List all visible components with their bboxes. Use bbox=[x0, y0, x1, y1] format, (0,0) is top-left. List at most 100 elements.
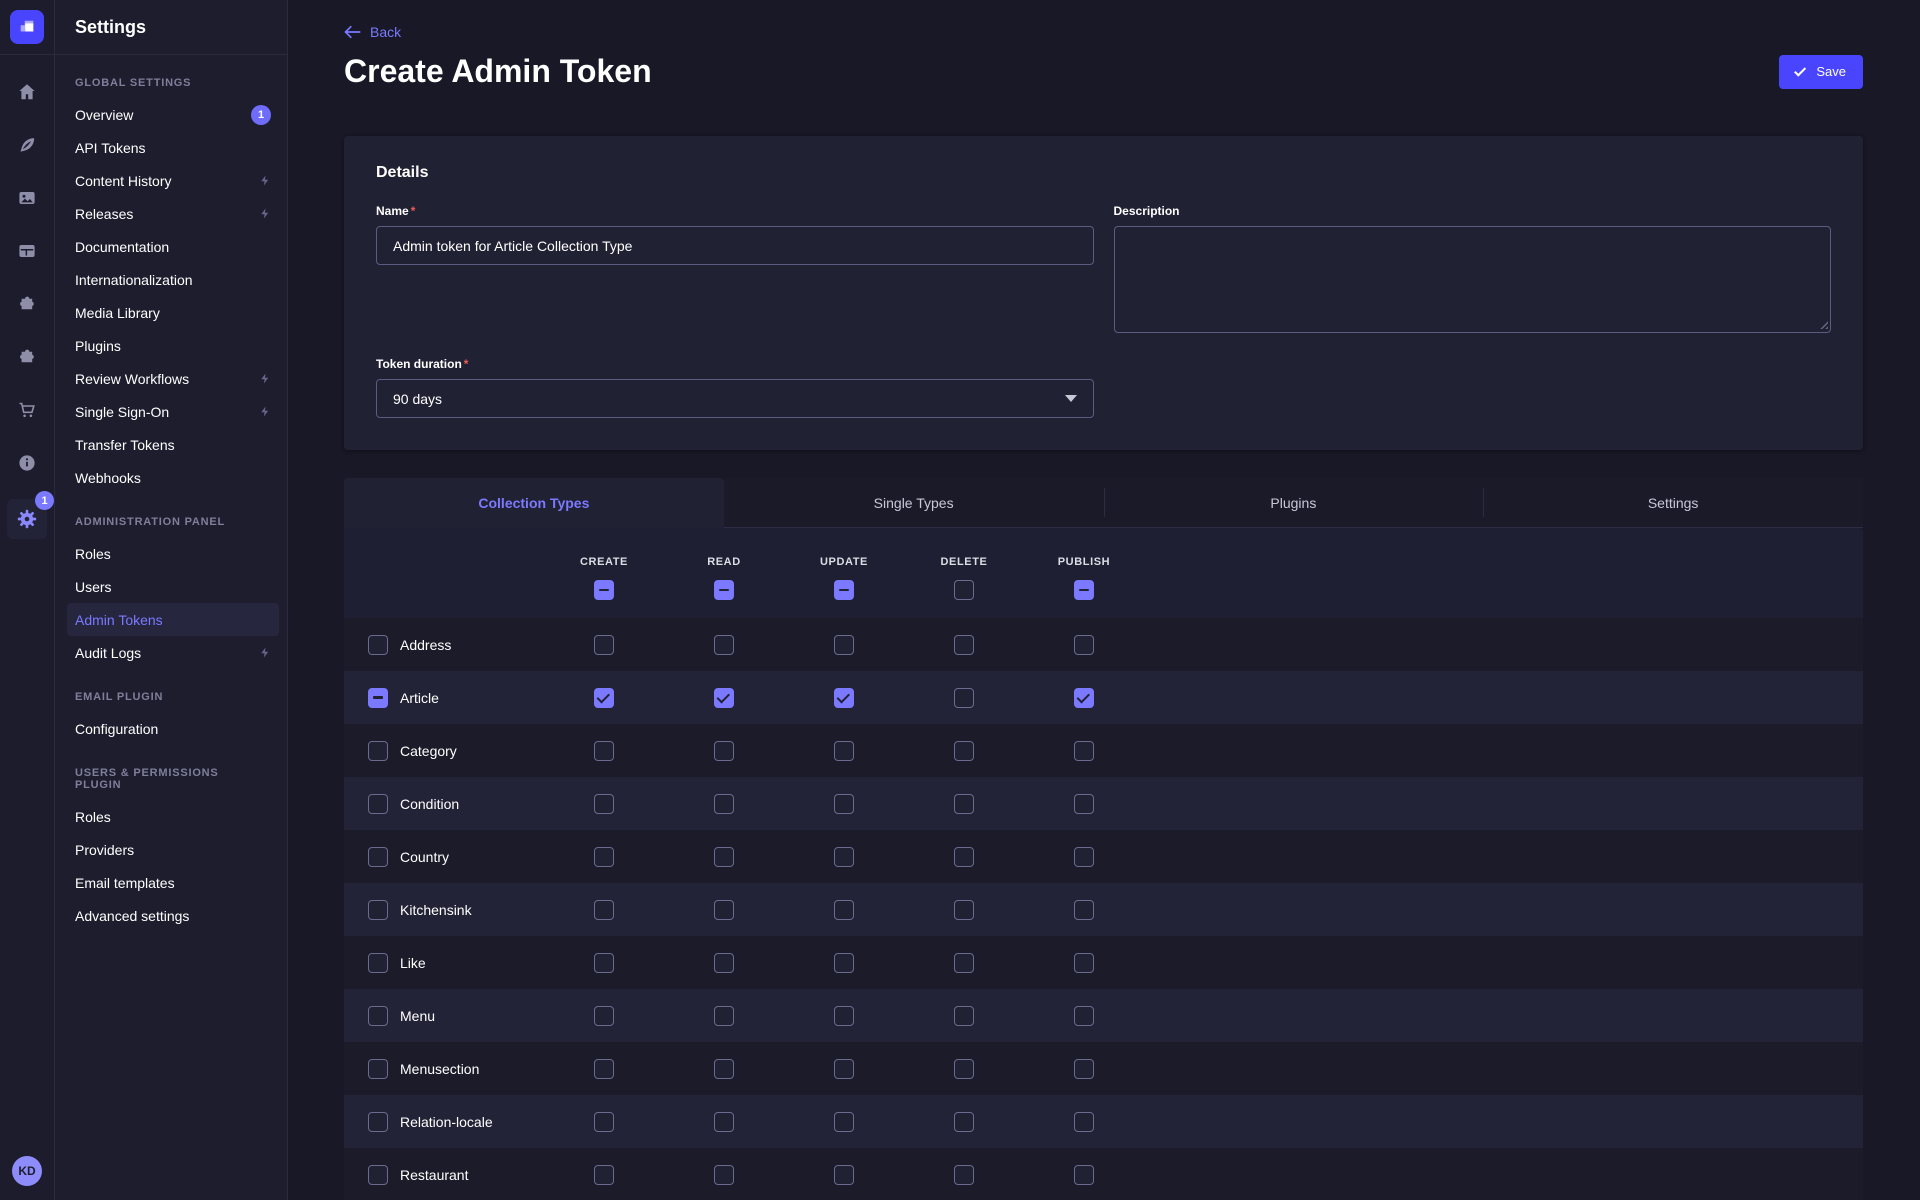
kitchensink-publish-checkbox[interactable] bbox=[1074, 900, 1094, 920]
sidebar-item-users[interactable]: Users bbox=[67, 570, 279, 603]
restaurant-update-checkbox[interactable] bbox=[834, 1165, 854, 1185]
address-delete-checkbox[interactable] bbox=[954, 635, 974, 655]
menu-update-checkbox[interactable] bbox=[834, 1006, 854, 1026]
menu-row-checkbox[interactable] bbox=[368, 1006, 388, 1026]
cart-icon[interactable] bbox=[16, 399, 38, 421]
sidebar-item-advanced-settings[interactable]: Advanced settings bbox=[67, 899, 279, 932]
kitchensink-update-checkbox[interactable] bbox=[834, 900, 854, 920]
relation-locale-row-checkbox[interactable] bbox=[368, 1112, 388, 1132]
kitchensink-read-checkbox[interactable] bbox=[714, 900, 734, 920]
restaurant-row-checkbox[interactable] bbox=[368, 1165, 388, 1185]
description-input[interactable] bbox=[1114, 226, 1832, 333]
sidebar-item-documentation[interactable]: Documentation bbox=[67, 230, 279, 263]
menusection-publish-checkbox[interactable] bbox=[1074, 1059, 1094, 1079]
sidebar-item-roles[interactable]: Roles bbox=[67, 800, 279, 833]
relation-locale-update-checkbox[interactable] bbox=[834, 1112, 854, 1132]
relation-locale-create-checkbox[interactable] bbox=[594, 1112, 614, 1132]
country-create-checkbox[interactable] bbox=[594, 847, 614, 867]
country-row-checkbox[interactable] bbox=[368, 847, 388, 867]
menu-create-checkbox[interactable] bbox=[594, 1006, 614, 1026]
select-all-create-checkbox[interactable] bbox=[594, 580, 614, 600]
condition-publish-checkbox[interactable] bbox=[1074, 794, 1094, 814]
sidebar-item-media-library[interactable]: Media Library bbox=[67, 296, 279, 329]
address-create-checkbox[interactable] bbox=[594, 635, 614, 655]
sidebar-item-configuration[interactable]: Configuration bbox=[67, 712, 279, 745]
restaurant-publish-checkbox[interactable] bbox=[1074, 1165, 1094, 1185]
condition-row-checkbox[interactable] bbox=[368, 794, 388, 814]
sidebar-item-webhooks[interactable]: Webhooks bbox=[67, 461, 279, 494]
address-publish-checkbox[interactable] bbox=[1074, 635, 1094, 655]
article-read-checkbox[interactable] bbox=[714, 688, 734, 708]
settings-gear-button[interactable]: 1 bbox=[7, 499, 47, 539]
menusection-create-checkbox[interactable] bbox=[594, 1059, 614, 1079]
sidebar-item-plugins[interactable]: Plugins bbox=[67, 329, 279, 362]
condition-delete-checkbox[interactable] bbox=[954, 794, 974, 814]
tab-collection-types[interactable]: Collection Types bbox=[344, 478, 724, 528]
relation-locale-delete-checkbox[interactable] bbox=[954, 1112, 974, 1132]
sidebar-item-admin-tokens[interactable]: Admin Tokens bbox=[67, 603, 279, 636]
like-create-checkbox[interactable] bbox=[594, 953, 614, 973]
relation-locale-read-checkbox[interactable] bbox=[714, 1112, 734, 1132]
category-publish-checkbox[interactable] bbox=[1074, 741, 1094, 761]
sidebar-item-overview[interactable]: Overview1 bbox=[67, 98, 279, 131]
restaurant-delete-checkbox[interactable] bbox=[954, 1165, 974, 1185]
sidebar-item-providers[interactable]: Providers bbox=[67, 833, 279, 866]
article-create-checkbox[interactable] bbox=[594, 688, 614, 708]
plugin-icon[interactable] bbox=[16, 346, 38, 368]
like-update-checkbox[interactable] bbox=[834, 953, 854, 973]
kitchensink-row-checkbox[interactable] bbox=[368, 900, 388, 920]
like-row-checkbox[interactable] bbox=[368, 953, 388, 973]
country-delete-checkbox[interactable] bbox=[954, 847, 974, 867]
kitchensink-delete-checkbox[interactable] bbox=[954, 900, 974, 920]
select-all-delete-checkbox[interactable] bbox=[954, 580, 974, 600]
back-link[interactable]: Back bbox=[344, 24, 401, 40]
restaurant-read-checkbox[interactable] bbox=[714, 1165, 734, 1185]
sidebar-item-review-workflows[interactable]: Review Workflows bbox=[67, 362, 279, 395]
menusection-read-checkbox[interactable] bbox=[714, 1059, 734, 1079]
menu-publish-checkbox[interactable] bbox=[1074, 1006, 1094, 1026]
token-duration-select[interactable]: 90 days bbox=[376, 379, 1094, 418]
country-update-checkbox[interactable] bbox=[834, 847, 854, 867]
sidebar-item-api-tokens[interactable]: API Tokens bbox=[67, 131, 279, 164]
relation-locale-publish-checkbox[interactable] bbox=[1074, 1112, 1094, 1132]
kitchensink-create-checkbox[interactable] bbox=[594, 900, 614, 920]
tab-plugins[interactable]: Plugins bbox=[1104, 478, 1484, 528]
select-all-publish-checkbox[interactable] bbox=[1074, 580, 1094, 600]
strapi-logo[interactable] bbox=[10, 10, 44, 44]
puzzle-icon[interactable] bbox=[16, 293, 38, 315]
address-row-checkbox[interactable] bbox=[368, 635, 388, 655]
condition-read-checkbox[interactable] bbox=[714, 794, 734, 814]
select-all-read-checkbox[interactable] bbox=[714, 580, 734, 600]
article-row-checkbox[interactable] bbox=[368, 688, 388, 708]
like-delete-checkbox[interactable] bbox=[954, 953, 974, 973]
save-button[interactable]: Save bbox=[1779, 55, 1863, 89]
pen-icon[interactable] bbox=[16, 134, 38, 156]
sidebar-item-content-history[interactable]: Content History bbox=[67, 164, 279, 197]
condition-create-checkbox[interactable] bbox=[594, 794, 614, 814]
sidebar-item-transfer-tokens[interactable]: Transfer Tokens bbox=[67, 428, 279, 461]
article-publish-checkbox[interactable] bbox=[1074, 688, 1094, 708]
menusection-update-checkbox[interactable] bbox=[834, 1059, 854, 1079]
home-icon[interactable] bbox=[16, 81, 38, 103]
user-avatar[interactable]: KD bbox=[12, 1156, 42, 1186]
address-read-checkbox[interactable] bbox=[714, 635, 734, 655]
tab-settings[interactable]: Settings bbox=[1483, 478, 1863, 528]
info-icon[interactable] bbox=[16, 452, 38, 474]
category-delete-checkbox[interactable] bbox=[954, 741, 974, 761]
address-update-checkbox[interactable] bbox=[834, 635, 854, 655]
sidebar-item-audit-logs[interactable]: Audit Logs bbox=[67, 636, 279, 669]
select-all-update-checkbox[interactable] bbox=[834, 580, 854, 600]
category-create-checkbox[interactable] bbox=[594, 741, 614, 761]
menusection-row-checkbox[interactable] bbox=[368, 1059, 388, 1079]
like-publish-checkbox[interactable] bbox=[1074, 953, 1094, 973]
menu-delete-checkbox[interactable] bbox=[954, 1006, 974, 1026]
menusection-delete-checkbox[interactable] bbox=[954, 1059, 974, 1079]
category-read-checkbox[interactable] bbox=[714, 741, 734, 761]
name-input[interactable] bbox=[376, 226, 1094, 265]
sidebar-item-internationalization[interactable]: Internationalization bbox=[67, 263, 279, 296]
sidebar-item-releases[interactable]: Releases bbox=[67, 197, 279, 230]
country-publish-checkbox[interactable] bbox=[1074, 847, 1094, 867]
sidebar-item-email-templates[interactable]: Email templates bbox=[67, 866, 279, 899]
condition-update-checkbox[interactable] bbox=[834, 794, 854, 814]
sidebar-item-single-sign-on[interactable]: Single Sign-On bbox=[67, 395, 279, 428]
